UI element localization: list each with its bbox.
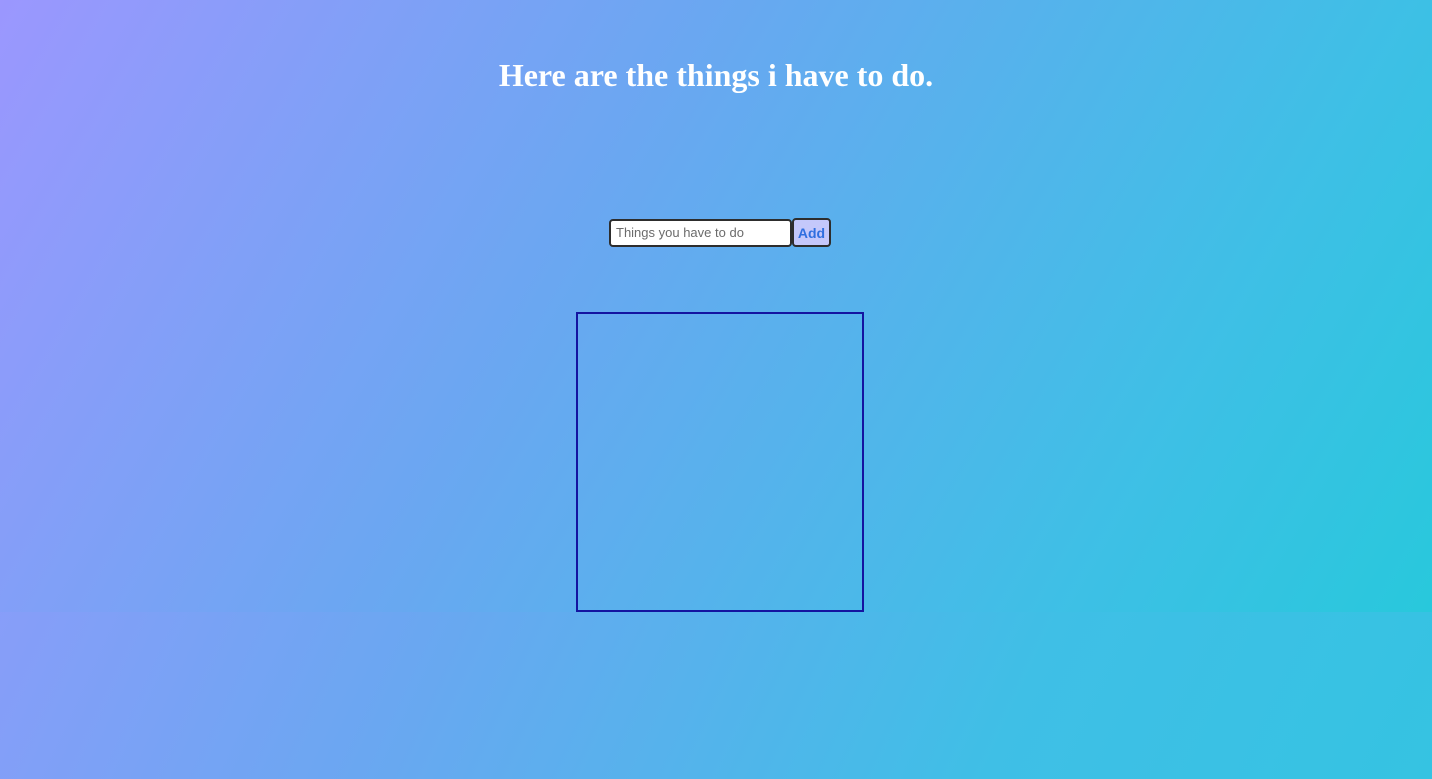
page-title: Here are the things i have to do.	[498, 57, 934, 93]
main-panel: Here are the things i have to do. Add	[0, 0, 1432, 612]
add-todo-form: Add	[609, 218, 831, 247]
todo-list	[576, 312, 864, 612]
todo-input[interactable]	[609, 218, 792, 247]
add-button[interactable]: Add	[792, 218, 831, 247]
